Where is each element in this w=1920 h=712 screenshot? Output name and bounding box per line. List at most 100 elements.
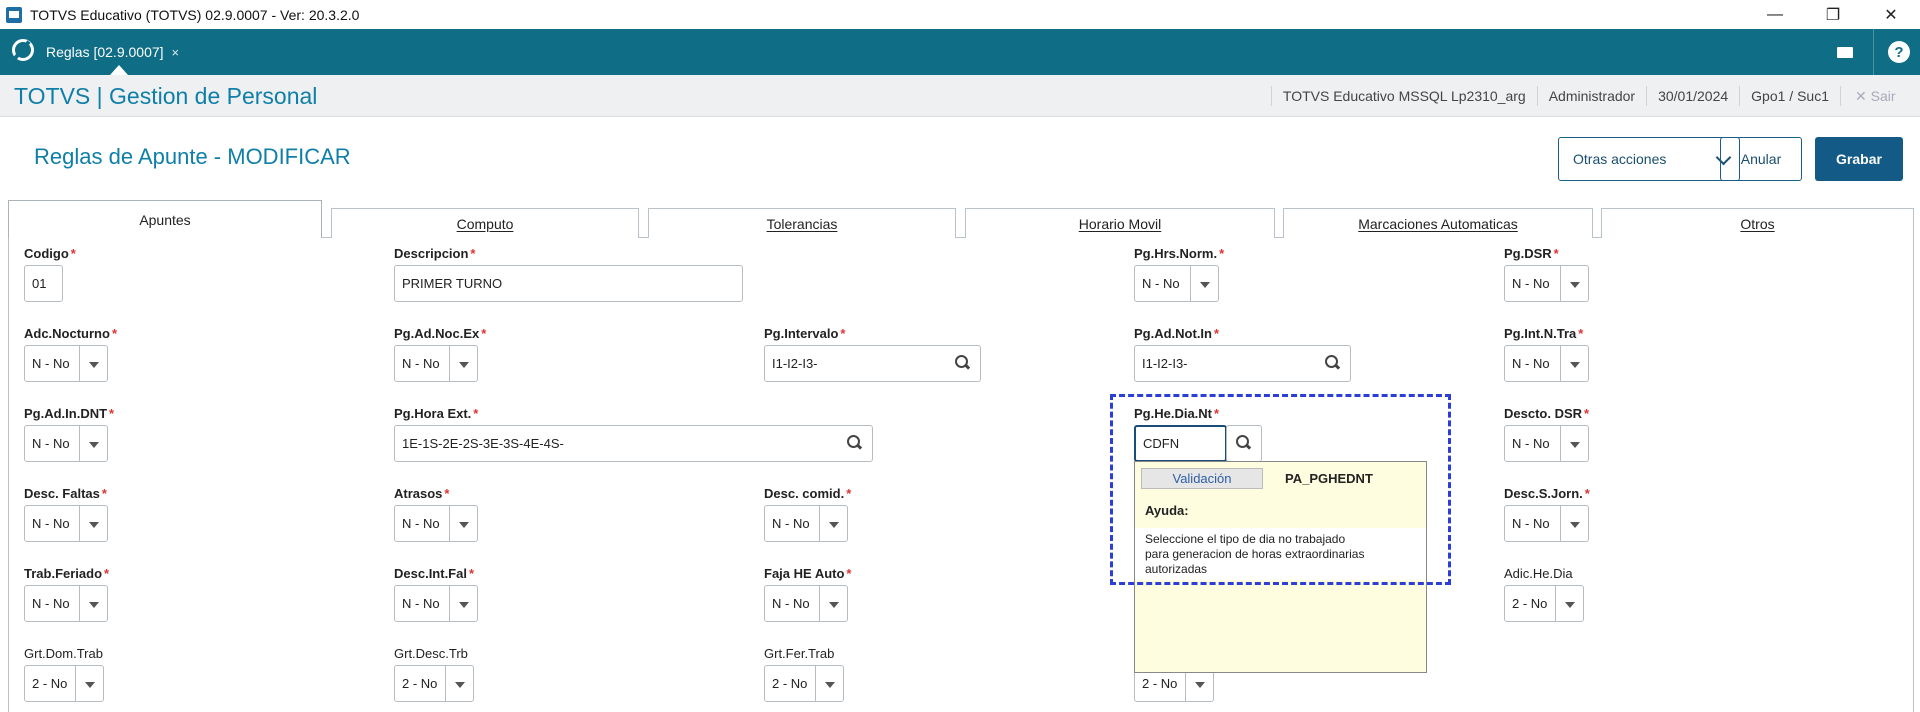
dropdown-arrow-icon[interactable] bbox=[79, 586, 107, 621]
dropdown-arrow-icon[interactable] bbox=[79, 506, 107, 541]
adic-he-dia-label: Adic.He.Dia bbox=[1504, 566, 1573, 581]
tab-bar: Apuntes Computo Tolerancias Horario Movi… bbox=[8, 200, 1914, 238]
close-icon[interactable]: ✕ bbox=[1862, 0, 1920, 29]
desc-s-jorn-select[interactable]: N - No bbox=[1504, 505, 1589, 542]
field-pg-hrs-norm: Pg.Hrs.Norm. * N - No bbox=[1134, 246, 1224, 302]
branch-label: Gpo1 / Suc1 bbox=[1739, 86, 1840, 106]
tab-marcaciones-automaticas[interactable]: Marcaciones Automaticas bbox=[1283, 208, 1593, 238]
descto-dsr-select[interactable]: N - No bbox=[1504, 425, 1589, 462]
date-label: 30/01/2024 bbox=[1646, 86, 1739, 106]
dropdown-arrow-icon[interactable] bbox=[79, 346, 107, 381]
pg-ad-noc-ex-label: Pg.Ad.Noc.Ex bbox=[394, 326, 480, 341]
pg-ad-not-in-input[interactable]: I1-I2-I3- bbox=[1134, 345, 1351, 382]
desc-comid-select[interactable]: N - No bbox=[764, 505, 848, 542]
tab-computo[interactable]: Computo bbox=[331, 208, 639, 238]
atrasos-label: Atrasos bbox=[394, 486, 443, 501]
environment-label: TOTVS Educativo MSSQL Lp2310_arg bbox=[1270, 86, 1537, 106]
desc-faltas-label: Desc. Faltas bbox=[24, 486, 100, 501]
desc-faltas-select[interactable]: N - No bbox=[24, 505, 108, 542]
tab-tolerancias[interactable]: Tolerancias bbox=[648, 208, 956, 238]
codigo-label: Codigo bbox=[24, 246, 69, 261]
field-pg-int-n-tra: Pg.Int.N.Tra * N - No bbox=[1504, 326, 1589, 382]
field-atrasos: Atrasos * N - No bbox=[394, 486, 478, 542]
atrasos-select[interactable]: N - No bbox=[394, 505, 478, 542]
restore-icon[interactable]: ❐ bbox=[1804, 0, 1862, 29]
page-header: Reglas de Apunte - MODIFICAR Otras accio… bbox=[10, 117, 1910, 199]
field-codigo: Codigo * 01 bbox=[24, 246, 76, 302]
dropdown-arrow-icon[interactable] bbox=[79, 426, 107, 461]
pg-hrs-norm-select[interactable]: N - No bbox=[1134, 265, 1219, 302]
dropdown-arrow-icon[interactable] bbox=[1555, 586, 1583, 621]
exit-button[interactable]: ✕ Sair bbox=[1840, 86, 1920, 106]
save-button[interactable]: Grabar bbox=[1815, 137, 1903, 181]
pg-hrs-norm-label: Pg.Hrs.Norm. bbox=[1134, 246, 1218, 261]
form-content bbox=[8, 238, 1914, 712]
field-pg-intervalo: Pg.Intervalo * I1-I2-I3- bbox=[764, 326, 981, 382]
field-pg-ad-in-dnt: Pg.Ad.In.DNT * N - No bbox=[24, 406, 114, 462]
desc-int-fal-select[interactable]: N - No bbox=[394, 585, 478, 622]
field-desc-s-jorn: Desc.S.Jorn. * N - No bbox=[1504, 486, 1590, 542]
page-title: Reglas de Apunte - MODIFICAR bbox=[34, 144, 351, 169]
dropdown-arrow-icon[interactable] bbox=[449, 586, 477, 621]
codigo-input[interactable]: 01 bbox=[24, 265, 63, 302]
pg-dsr-select[interactable]: N - No bbox=[1504, 265, 1589, 302]
search-icon[interactable] bbox=[955, 355, 971, 371]
tab-apuntes[interactable]: Apuntes bbox=[8, 200, 322, 238]
pg-hora-ext-input[interactable]: 1E-1S-2E-2S-3E-3S-4E-4S- bbox=[394, 425, 873, 462]
module-title: TOTVS | Gestion de Personal bbox=[14, 83, 318, 109]
totvs-logo-icon[interactable] bbox=[12, 39, 34, 61]
dropdown-arrow-icon[interactable] bbox=[445, 666, 473, 701]
grt-desc-trb-label: Grt.Desc.Trb bbox=[394, 646, 468, 661]
pg-hora-ext-label: Pg.Hora Ext. bbox=[394, 406, 472, 421]
field-desc-faltas: Desc. Faltas * N - No bbox=[24, 486, 108, 542]
pg-intervalo-input[interactable]: I1-I2-I3- bbox=[764, 345, 981, 382]
search-icon[interactable] bbox=[1325, 355, 1341, 371]
grt-fer-trab-label: Grt.Fer.Trab bbox=[764, 646, 835, 661]
descripcion-input[interactable]: PRIMER TURNO bbox=[394, 265, 743, 302]
dropdown-arrow-icon[interactable] bbox=[449, 346, 477, 381]
desc-int-fal-label: Desc.Int.Fal bbox=[394, 566, 467, 581]
other-actions-label: Otras acciones bbox=[1573, 151, 1667, 167]
trab-feriado-select[interactable]: N - No bbox=[24, 585, 108, 622]
dropdown-arrow-icon[interactable] bbox=[1560, 266, 1588, 301]
tab-horario-movil[interactable]: Horario Movil bbox=[965, 208, 1275, 238]
field-grt-fer-trab: Grt.Fer.Trab 2 - No bbox=[764, 646, 844, 702]
tab-close-icon[interactable]: × bbox=[172, 45, 180, 60]
dropdown-arrow-icon[interactable] bbox=[449, 506, 477, 541]
dropdown-arrow-icon[interactable] bbox=[1190, 266, 1218, 301]
field-desc-comid: Desc. comid. * N - No bbox=[764, 486, 851, 542]
pg-ad-noc-ex-select[interactable]: N - No bbox=[394, 345, 478, 382]
dropdown-arrow-icon[interactable] bbox=[1560, 346, 1588, 381]
desc-comid-label: Desc. comid. bbox=[764, 486, 845, 501]
dropdown-arrow-icon[interactable] bbox=[1560, 506, 1588, 541]
grt-desc-trb-select[interactable]: 2 - No bbox=[394, 665, 474, 702]
help-icon[interactable]: ? bbox=[1888, 41, 1910, 63]
mail-icon[interactable] bbox=[1828, 29, 1862, 75]
field-desc-int-fal: Desc.Int.Fal * N - No bbox=[394, 566, 478, 622]
field-grt-desc-trb: Grt.Desc.Trb 2 - No bbox=[394, 646, 474, 702]
minimize-icon[interactable]: — bbox=[1746, 0, 1804, 29]
field-trab-feriado: Trab.Feriado * N - No bbox=[24, 566, 109, 622]
field-adc-nocturno: Adc.Nocturno * N - No bbox=[24, 326, 117, 382]
descripcion-label: Descripcion bbox=[394, 246, 469, 261]
faja-he-auto-select[interactable]: N - No bbox=[764, 585, 848, 622]
cancel-button[interactable]: Anular bbox=[1720, 137, 1802, 181]
dropdown-arrow-icon[interactable] bbox=[75, 666, 103, 701]
adic-he-dia-select[interactable]: 2 - No bbox=[1504, 585, 1584, 622]
dropdown-arrow-icon[interactable] bbox=[819, 506, 847, 541]
field-pg-dsr: Pg.DSR * N - No bbox=[1504, 246, 1589, 302]
search-icon[interactable] bbox=[847, 435, 863, 451]
tab-otros[interactable]: Otros bbox=[1601, 208, 1914, 238]
dropdown-arrow-icon[interactable] bbox=[819, 586, 847, 621]
field-pg-ad-noc-ex: Pg.Ad.Noc.Ex * N - No bbox=[394, 326, 486, 382]
dropdown-arrow-icon[interactable] bbox=[1560, 426, 1588, 461]
faja-he-auto-label: Faja HE Auto bbox=[764, 566, 845, 581]
other-actions-button[interactable]: Otras acciones bbox=[1558, 137, 1740, 181]
dropdown-arrow-icon[interactable] bbox=[815, 666, 843, 701]
adc-nocturno-select[interactable]: N - No bbox=[24, 345, 108, 382]
pg-int-n-tra-select[interactable]: N - No bbox=[1504, 345, 1589, 382]
grt-dom-trab-select[interactable]: 2 - No bbox=[24, 665, 104, 702]
grt-fer-trab-select[interactable]: 2 - No bbox=[764, 665, 844, 702]
grt-dom-trab-label: Grt.Dom.Trab bbox=[24, 646, 103, 661]
pg-ad-in-dnt-select[interactable]: N - No bbox=[24, 425, 108, 462]
